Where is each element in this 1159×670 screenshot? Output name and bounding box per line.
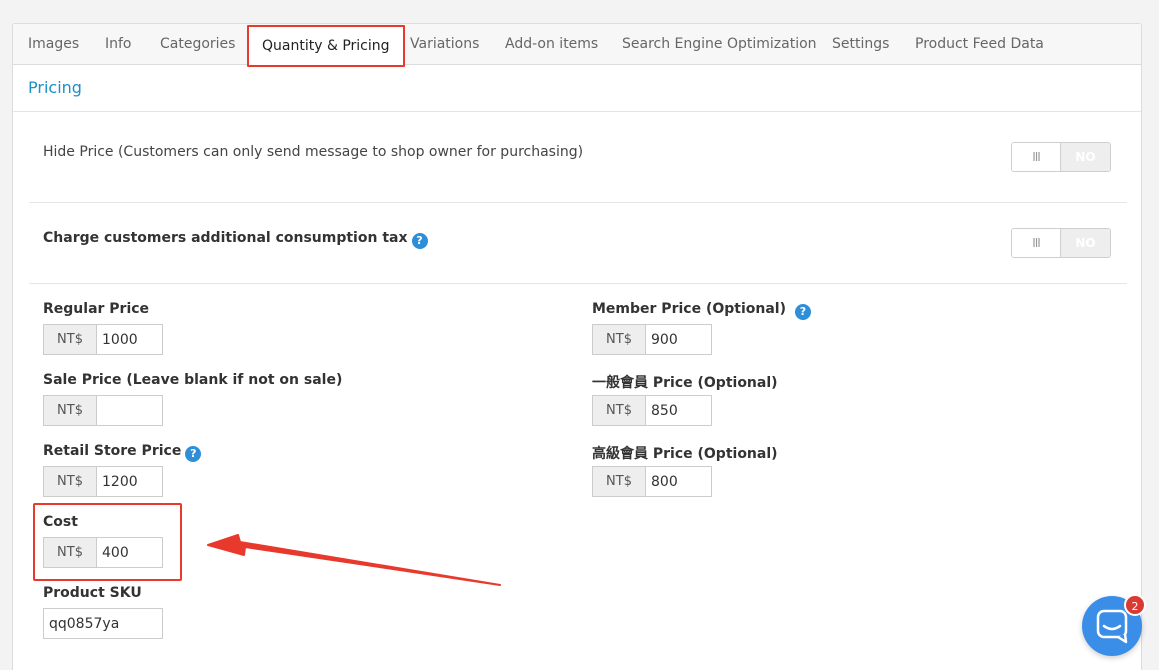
- tab-info[interactable]: Info: [105, 24, 132, 65]
- currency-addon: NT$: [592, 324, 645, 355]
- currency-addon: NT$: [43, 324, 96, 355]
- currency-addon: NT$: [592, 395, 645, 426]
- consumption-tax-toggle[interactable]: III NO: [1011, 228, 1111, 258]
- regular-price-group: NT$: [43, 324, 163, 355]
- hide-price-toggle[interactable]: III NO: [1011, 142, 1111, 172]
- toggle-handle-icon: III: [1012, 229, 1061, 257]
- help-icon[interactable]: ?: [185, 446, 202, 462]
- sale-price-group: NT$: [43, 395, 163, 426]
- currency-addon: NT$: [43, 395, 96, 426]
- section-title-pricing: Pricing: [28, 78, 82, 97]
- premium-member-price-input[interactable]: [645, 466, 712, 497]
- sale-price-label: Sale Price (Leave blank if not on sale): [43, 372, 343, 388]
- product-sku-label: Product SKU: [43, 585, 142, 601]
- member-price-input[interactable]: [645, 324, 712, 355]
- tab-categories[interactable]: Categories: [160, 24, 235, 65]
- currency-addon: NT$: [43, 537, 96, 568]
- currency-addon: NT$: [592, 466, 645, 497]
- retail-store-price-text: Retail Store Price: [43, 443, 182, 459]
- toggle-state: NO: [1061, 143, 1110, 171]
- tab-quantity-pricing[interactable]: Quantity & Pricing: [247, 25, 405, 67]
- product-edit-panel: Images Info Categories Quantity & Pricin…: [12, 23, 1142, 670]
- retail-store-price-input[interactable]: [96, 466, 163, 497]
- tab-settings[interactable]: Settings: [832, 24, 889, 65]
- regular-price-input[interactable]: [96, 324, 163, 355]
- divider: [29, 283, 1127, 284]
- tab-product-feed-data[interactable]: Product Feed Data: [915, 24, 1044, 65]
- help-icon[interactable]: ?: [794, 304, 811, 320]
- consumption-tax-label: Charge customers additional consumption …: [43, 230, 428, 249]
- tab-variations[interactable]: Variations: [410, 24, 479, 65]
- member-price-label: Member Price (Optional)?: [592, 301, 811, 320]
- member-price-text: Member Price (Optional): [592, 301, 786, 317]
- retail-store-price-group: NT$: [43, 466, 163, 497]
- help-icon[interactable]: ?: [411, 233, 428, 249]
- tab-bar: Images Info Categories Quantity & Pricin…: [13, 24, 1141, 67]
- toggle-state: NO: [1061, 229, 1110, 257]
- member-price-group: NT$: [592, 324, 712, 355]
- hide-price-label: Hide Price (Customers can only send mess…: [43, 144, 584, 160]
- tab-images[interactable]: Images: [28, 24, 79, 65]
- section-divider: [13, 111, 1141, 112]
- regular-price-label: Regular Price: [43, 301, 150, 317]
- currency-addon: NT$: [43, 466, 96, 497]
- chat-notification-badge: 2: [1124, 594, 1146, 616]
- general-member-price-label: 一般會員 Price (Optional): [592, 375, 778, 391]
- product-sku-input[interactable]: [43, 608, 163, 639]
- divider: [29, 202, 1127, 203]
- tab-add-on-items[interactable]: Add-on items: [505, 24, 598, 65]
- tab-seo[interactable]: Search Engine Optimization: [622, 24, 817, 65]
- premium-member-price-group: NT$: [592, 466, 712, 497]
- sale-price-input[interactable]: [96, 395, 163, 426]
- cost-label: Cost: [43, 514, 78, 530]
- toggle-handle-icon: III: [1012, 143, 1061, 171]
- consumption-tax-text: Charge customers additional consumption …: [43, 230, 408, 246]
- premium-member-price-label: 高級會員 Price (Optional): [592, 446, 778, 462]
- general-member-price-input[interactable]: [645, 395, 712, 426]
- cost-group: NT$: [43, 537, 163, 568]
- retail-store-price-label: Retail Store Price?: [43, 443, 202, 462]
- cost-input[interactable]: [96, 537, 163, 568]
- general-member-price-group: NT$: [592, 395, 712, 426]
